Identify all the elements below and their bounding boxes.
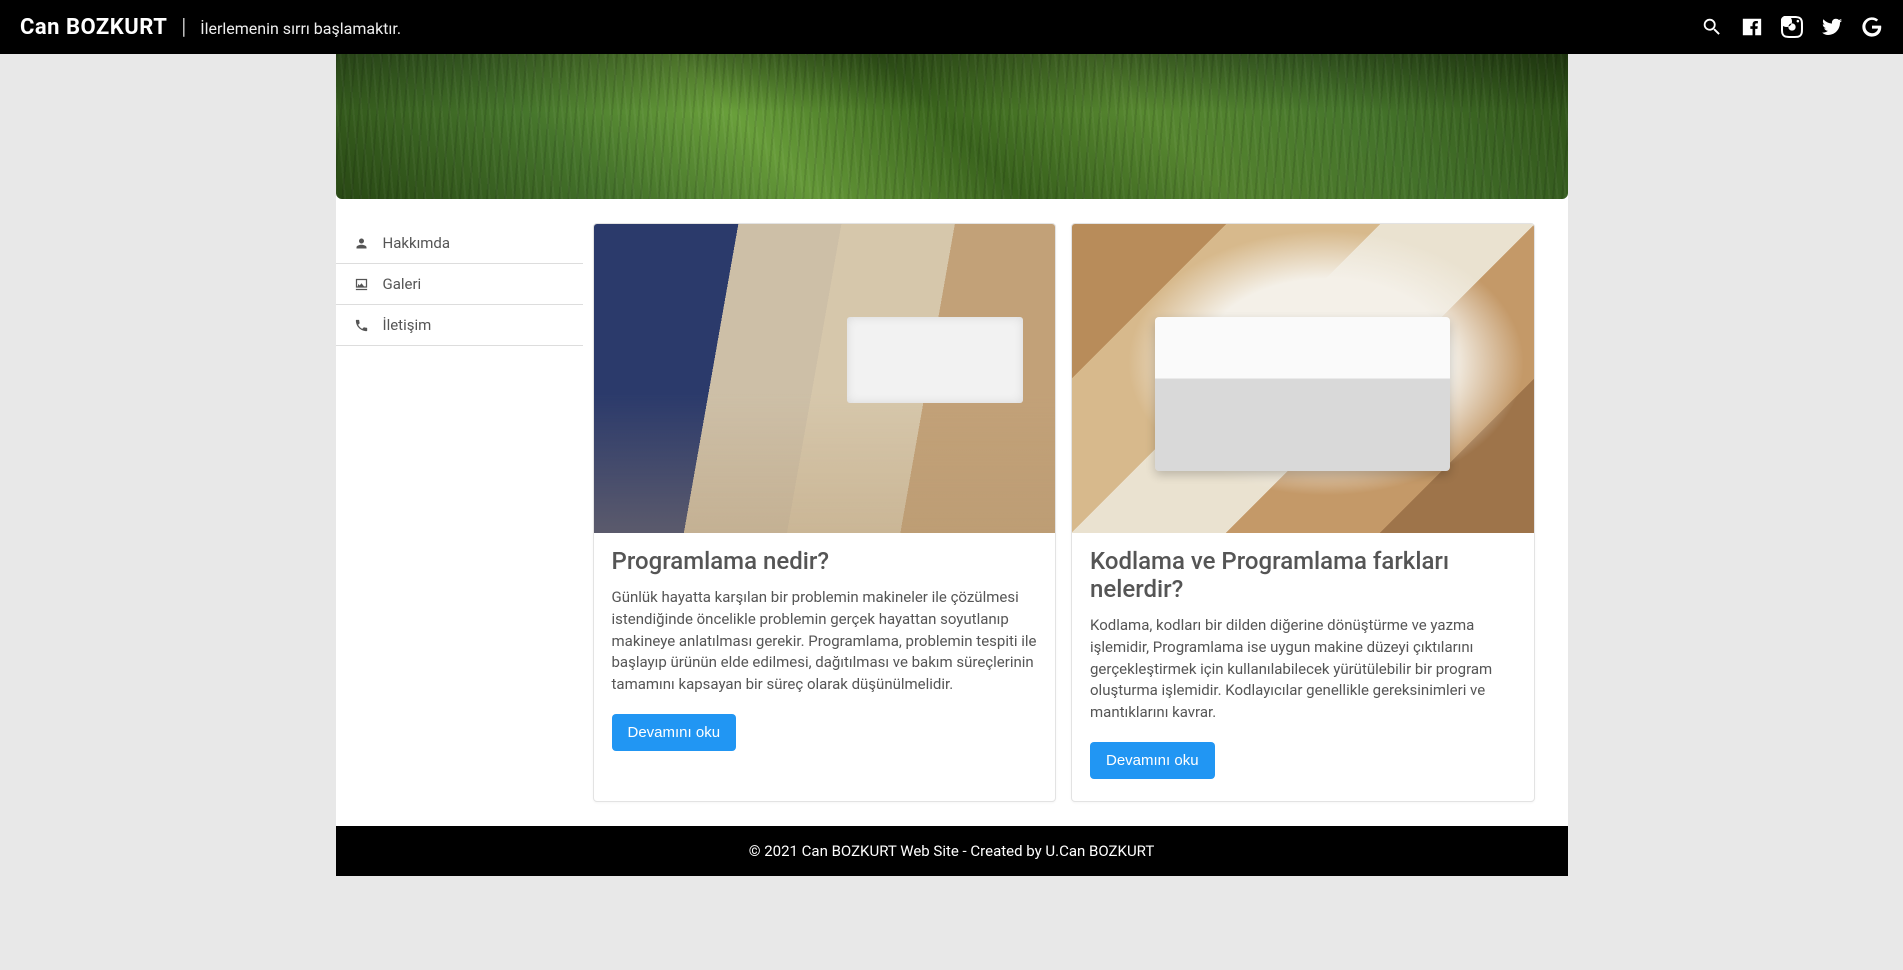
main-container: Hakkımda Galeri İletişim Programlama ned… [336, 54, 1568, 876]
card-kodlama: Kodlama ve Programlama farkları nelerdir… [1071, 223, 1535, 802]
sidebar-item-gallery[interactable]: Galeri [336, 264, 583, 305]
instagram-icon[interactable] [1781, 16, 1803, 38]
header-icons [1701, 16, 1883, 38]
search-icon[interactable] [1701, 16, 1723, 38]
card-image [594, 224, 1056, 533]
user-icon [354, 236, 369, 251]
sidebar-item-label: İletişim [383, 316, 432, 334]
gallery-icon [354, 277, 369, 292]
top-header: Can BOZKURT | İlerlemenin sırrı başlamak… [0, 0, 1903, 54]
cards-grid: Programlama nedir? Günlük hayatta karşıl… [593, 223, 1568, 802]
sidebar-item-label: Galeri [383, 275, 422, 293]
page-wrap: Hakkımda Galeri İletişim Programlama ned… [0, 54, 1903, 876]
google-icon[interactable] [1861, 16, 1883, 38]
site-divider: | [181, 15, 186, 40]
facebook-icon[interactable] [1741, 16, 1763, 38]
twitter-icon[interactable] [1821, 16, 1843, 38]
card-image [1072, 224, 1534, 533]
card-title: Kodlama ve Programlama farkları nelerdir… [1090, 547, 1516, 603]
site-title[interactable]: Can BOZKURT [20, 15, 167, 40]
card-body: Kodlama ve Programlama farkları nelerdir… [1072, 533, 1534, 801]
card-text: Kodlama, kodları bir dilden diğerine dön… [1090, 615, 1516, 724]
read-more-button[interactable]: Devamını oku [612, 714, 737, 751]
sidebar-item-contact[interactable]: İletişim [336, 305, 583, 346]
phone-icon [354, 318, 369, 333]
sidebar-item-about[interactable]: Hakkımda [336, 223, 583, 264]
card-programlama: Programlama nedir? Günlük hayatta karşıl… [593, 223, 1057, 802]
footer-text: © 2021 Can BOZKURT Web Site - Created by… [749, 842, 1155, 860]
sidebar-item-label: Hakkımda [383, 234, 451, 252]
hero-banner [336, 54, 1568, 199]
card-text: Günlük hayatta karşılan bir problemin ma… [612, 587, 1038, 696]
read-more-button[interactable]: Devamını oku [1090, 742, 1215, 779]
content-area: Hakkımda Galeri İletişim Programlama ned… [336, 199, 1568, 826]
card-title: Programlama nedir? [612, 547, 1038, 575]
site-tagline: İlerlemenin sırrı başlamaktır. [200, 19, 401, 38]
page-footer: © 2021 Can BOZKURT Web Site - Created by… [336, 826, 1568, 876]
sidebar: Hakkımda Galeri İletişim [336, 223, 583, 346]
card-body: Programlama nedir? Günlük hayatta karşıl… [594, 533, 1056, 773]
header-left: Can BOZKURT | İlerlemenin sırrı başlamak… [20, 15, 401, 40]
